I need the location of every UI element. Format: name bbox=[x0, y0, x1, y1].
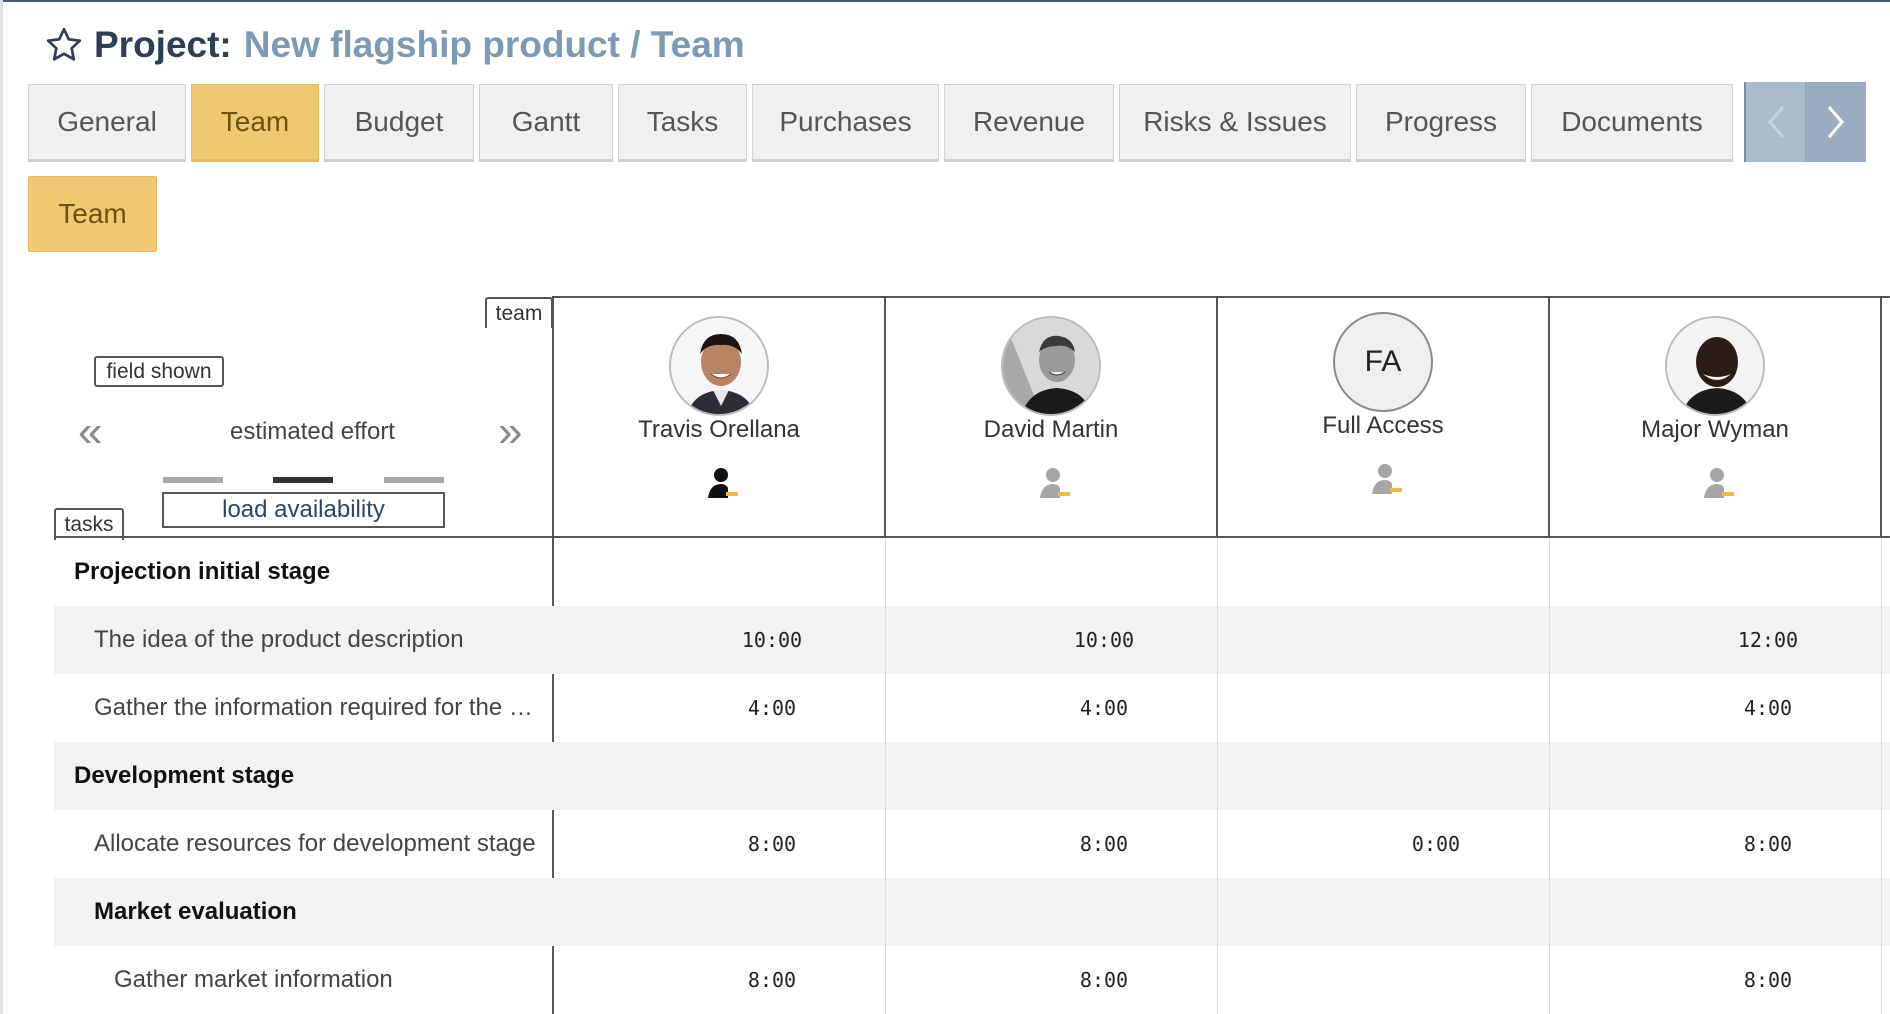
avatar[interactable]: FA bbox=[1333, 312, 1433, 412]
person-photo-icon bbox=[1003, 318, 1099, 414]
effort-cell[interactable]: 8:00 bbox=[1603, 946, 1890, 1014]
field-shown-value: estimated effort bbox=[230, 418, 395, 445]
column-separator bbox=[1880, 296, 1882, 538]
avatar[interactable] bbox=[1665, 316, 1765, 416]
task-label: Allocate resources for development stage bbox=[94, 830, 536, 857]
member-name: David Martin bbox=[983, 416, 1119, 443]
effort-cell[interactable]: 8:00 bbox=[607, 946, 937, 1014]
member-column-header[interactable]: FA Full Access bbox=[1218, 312, 1548, 516]
effort-cell[interactable]: 12:00 bbox=[1603, 606, 1890, 674]
member-name: Major Wyman bbox=[1641, 416, 1789, 443]
group-label: Development stage bbox=[74, 762, 295, 789]
member-column-header[interactable]: Major Wyman bbox=[1550, 316, 1880, 516]
field-indicator-3[interactable] bbox=[384, 477, 444, 483]
person-photo-icon bbox=[1667, 318, 1763, 414]
column-separator bbox=[885, 538, 886, 1014]
user-role-icon[interactable] bbox=[704, 466, 740, 500]
task-label: Gather the information required for the … bbox=[94, 694, 533, 721]
avatar[interactable] bbox=[1001, 316, 1101, 416]
task-label: The idea of the product description bbox=[94, 626, 464, 653]
field-next-arrow[interactable]: » bbox=[498, 410, 522, 454]
grid-top-border bbox=[552, 296, 1890, 298]
table-row[interactable]: Gather the information required for the … bbox=[54, 674, 1890, 742]
effort-cell[interactable]: 4:00 bbox=[607, 674, 937, 742]
column-separator bbox=[1881, 538, 1882, 1014]
table-row-group[interactable]: Projection initial stage bbox=[54, 538, 1890, 606]
group-label: Projection initial stage bbox=[74, 558, 331, 585]
member-column-header[interactable]: David Martin bbox=[886, 316, 1216, 516]
field-prev-arrow[interactable]: « bbox=[78, 410, 102, 454]
effort-cell[interactable]: 8:00 bbox=[1603, 810, 1890, 878]
table-row[interactable]: The idea of the product description 10:0… bbox=[54, 606, 1890, 674]
person-photo-icon bbox=[671, 318, 767, 414]
effort-cell[interactable]: 8:00 bbox=[939, 946, 1269, 1014]
avatar[interactable] bbox=[669, 316, 769, 416]
effort-cell[interactable] bbox=[1271, 946, 1601, 1014]
effort-cell[interactable] bbox=[1271, 674, 1601, 742]
table-row-group[interactable]: Development stage bbox=[54, 742, 1890, 810]
table-row[interactable]: Gather market information 8:00 8:00 8:00 bbox=[54, 946, 1890, 1014]
team-axis-label: team bbox=[485, 297, 553, 328]
group-label: Market evaluation bbox=[94, 898, 297, 925]
effort-cell[interactable] bbox=[1271, 606, 1601, 674]
effort-cell[interactable]: 0:00 bbox=[1271, 810, 1601, 878]
member-name: Travis Orellana bbox=[638, 416, 800, 443]
task-label: Gather market information bbox=[114, 966, 393, 993]
grid-header-border bbox=[54, 536, 1890, 538]
effort-cell[interactable]: 4:00 bbox=[939, 674, 1269, 742]
effort-cell[interactable]: 8:00 bbox=[939, 810, 1269, 878]
effort-cell[interactable]: 8:00 bbox=[607, 810, 937, 878]
field-indicator-2[interactable] bbox=[273, 477, 333, 483]
user-role-icon[interactable] bbox=[1700, 466, 1736, 500]
column-separator bbox=[1549, 538, 1550, 1014]
member-name: Full Access bbox=[1322, 412, 1444, 439]
column-separator bbox=[1217, 538, 1218, 1014]
field-indicator-1[interactable] bbox=[163, 477, 223, 483]
user-role-icon[interactable] bbox=[1036, 466, 1072, 500]
user-role-icon[interactable] bbox=[1368, 462, 1404, 496]
effort-cell[interactable]: 10:00 bbox=[939, 606, 1269, 674]
member-column-header[interactable]: Travis Orellana bbox=[554, 316, 884, 516]
load-availability-button[interactable]: load availability bbox=[162, 492, 445, 528]
table-row[interactable]: Allocate resources for development stage… bbox=[54, 810, 1890, 878]
team-grid: team field shown « estimated effort » lo… bbox=[0, 0, 1890, 1014]
effort-cell[interactable]: 10:00 bbox=[607, 606, 937, 674]
field-shown-label: field shown bbox=[94, 356, 224, 387]
effort-cell[interactable]: 4:00 bbox=[1603, 674, 1890, 742]
table-row-group[interactable]: Market evaluation bbox=[54, 878, 1890, 946]
